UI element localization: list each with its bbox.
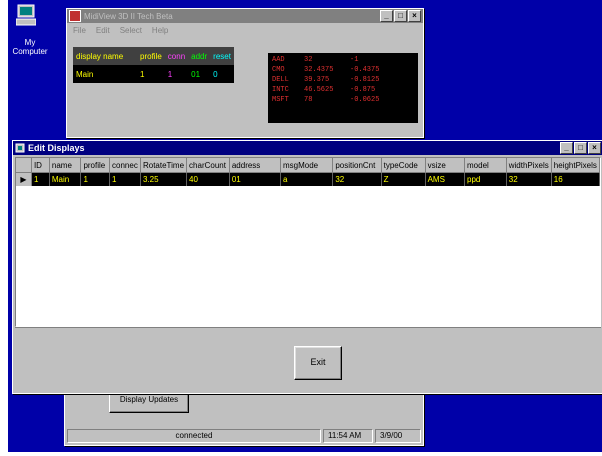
col-header[interactable]: positionCnt bbox=[332, 158, 382, 173]
cell[interactable]: 1 bbox=[31, 172, 50, 186]
status-date: 3/9/00 bbox=[375, 429, 421, 443]
cell-addr[interactable]: 01 bbox=[188, 65, 210, 83]
desktop: My Computer MidiView 3D II Tech Beta _ □… bbox=[8, 0, 602, 452]
maximize-button[interactable]: □ bbox=[394, 10, 407, 22]
app-icon bbox=[69, 10, 81, 22]
midiview-window: MidiView 3D II Tech Beta _ □ × File Edit… bbox=[66, 8, 424, 138]
status-time: 11:54 AM bbox=[323, 429, 373, 443]
col-header[interactable]: name bbox=[49, 158, 82, 173]
stock-ticker: AAD 32 -1 CMO 32.4375 -0.4375 DELL 39.375 -0.8… bbox=[268, 53, 418, 123]
button-panel: Exit bbox=[15, 327, 601, 391]
col-profile[interactable]: profile bbox=[137, 47, 165, 65]
row-selector-arrow-icon[interactable]: ▶ bbox=[16, 172, 32, 186]
grid-header-row: ID name profile connec RotateTime charCo… bbox=[16, 158, 600, 173]
app-icon bbox=[15, 143, 25, 153]
col-conn[interactable]: conn bbox=[164, 47, 189, 65]
cell-reset[interactable]: 0 bbox=[210, 65, 234, 83]
displays-grid[interactable]: ID name profile connec RotateTime charCo… bbox=[15, 157, 601, 327]
menubar: File Edit Select Help bbox=[67, 23, 423, 37]
table-row[interactable]: ▶ 1 Main 1 1 3.25 40 01 a 32 Z AMS ppd 3… bbox=[16, 172, 600, 186]
exit-button[interactable]: Exit bbox=[294, 346, 342, 380]
ticker-row: DELL 39.375 -0.8125 bbox=[272, 76, 380, 84]
ticker-row: MSFT 78 -0.0625 bbox=[272, 96, 380, 104]
cell[interactable]: 1 bbox=[80, 172, 111, 186]
midiview-titlebar[interactable]: MidiView 3D II Tech Beta _ □ × bbox=[67, 9, 423, 23]
maximize-button[interactable]: □ bbox=[574, 142, 587, 154]
cell[interactable]: 40 bbox=[186, 172, 230, 186]
row-selector-header bbox=[16, 158, 32, 173]
col-reset[interactable]: reset bbox=[210, 47, 234, 65]
cell[interactable]: 16 bbox=[551, 172, 600, 186]
menu-file[interactable]: File bbox=[73, 26, 86, 35]
menu-edit[interactable]: Edit bbox=[96, 26, 110, 35]
displays-table: ID name profile connec RotateTime charCo… bbox=[16, 158, 600, 186]
col-header[interactable]: connec bbox=[109, 158, 141, 173]
col-addr[interactable]: addr bbox=[188, 47, 211, 65]
edit-displays-titlebar[interactable]: Edit Displays _ □ × bbox=[13, 141, 602, 155]
col-header[interactable]: address bbox=[229, 158, 281, 173]
cell[interactable]: AMS bbox=[425, 172, 466, 186]
cell-name[interactable]: Main bbox=[73, 65, 137, 83]
my-computer-label[interactable]: My Computer bbox=[12, 38, 48, 56]
cell[interactable]: 3.25 bbox=[140, 172, 188, 186]
col-header[interactable]: profile bbox=[80, 158, 111, 173]
cell-profile[interactable]: 1 bbox=[137, 65, 165, 83]
col-header[interactable]: RotateTime bbox=[140, 158, 188, 173]
col-header[interactable]: typeCode bbox=[381, 158, 426, 173]
display-table: display name profile conn addr reset Mai… bbox=[73, 47, 234, 83]
col-display-name[interactable]: display name bbox=[73, 47, 137, 65]
cell-conn[interactable]: 1 bbox=[165, 65, 188, 83]
cell[interactable]: ppd bbox=[464, 172, 507, 186]
edit-displays-window: Edit Displays _ □ × ID name profile conn… bbox=[12, 140, 602, 394]
cell[interactable]: a bbox=[280, 172, 334, 186]
status-bar: connected 11:54 AM 3/9/00 bbox=[67, 429, 421, 443]
menu-help[interactable]: Help bbox=[152, 26, 168, 35]
col-header[interactable]: vsize bbox=[425, 158, 466, 173]
cell[interactable]: 32 bbox=[506, 172, 552, 186]
cell[interactable]: Z bbox=[381, 172, 426, 186]
cell[interactable]: 1 bbox=[109, 172, 141, 186]
ticker-row: AAD 32 -1 bbox=[272, 56, 359, 64]
col-header[interactable]: ID bbox=[31, 158, 50, 173]
my-computer-icon[interactable] bbox=[15, 4, 37, 28]
ticker-row: INTC 46.5625 -0.875 bbox=[272, 86, 376, 94]
close-button[interactable]: × bbox=[588, 142, 601, 154]
status-connection: connected bbox=[67, 429, 321, 443]
col-header[interactable]: widthPixels bbox=[506, 158, 552, 173]
col-header[interactable]: msgMode bbox=[280, 158, 334, 173]
cell[interactable]: Main bbox=[49, 172, 82, 186]
cell[interactable]: 32 bbox=[332, 172, 382, 186]
col-header[interactable]: heightPixels bbox=[551, 158, 600, 173]
col-header[interactable]: charCount bbox=[186, 158, 230, 173]
edit-displays-title: Edit Displays bbox=[28, 143, 85, 153]
menu-select[interactable]: Select bbox=[120, 26, 142, 35]
ticker-row: CMO 32.4375 -0.4375 bbox=[272, 66, 380, 74]
col-header[interactable]: model bbox=[464, 158, 507, 173]
midiview-title: MidiView 3D II Tech Beta bbox=[84, 11, 173, 21]
cell[interactable]: 01 bbox=[229, 172, 281, 186]
minimize-button[interactable]: _ bbox=[560, 142, 573, 154]
close-button[interactable]: × bbox=[408, 10, 421, 22]
minimize-button[interactable]: _ bbox=[380, 10, 393, 22]
